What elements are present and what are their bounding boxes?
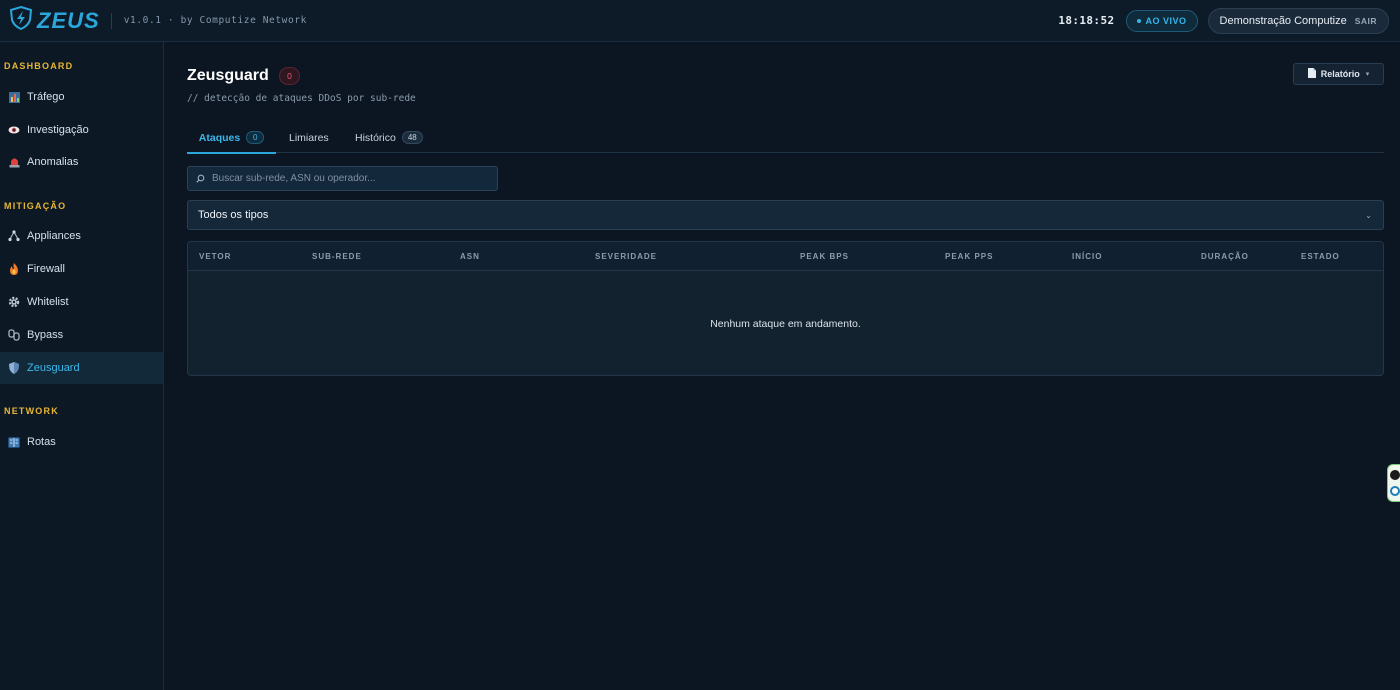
- sidebar-item-label: Investigação: [27, 124, 89, 136]
- sidebar-item-investigacao[interactable]: Investigação: [0, 114, 163, 146]
- chevron-down-icon: ⌄: [1365, 210, 1372, 220]
- tab-historico[interactable]: Histórico 48: [355, 122, 423, 153]
- search-input[interactable]: [212, 173, 482, 184]
- sidebar-section-dashboard: DASHBOARD: [4, 61, 74, 71]
- search-icon: [196, 170, 205, 188]
- column-header-peak-bps[interactable]: PEAK BPS: [800, 242, 849, 271]
- column-header-vetor[interactable]: VETOR: [199, 242, 231, 271]
- attacks-table: VETOR SUB-REDE ASN SEVERIDADE PEAK BPS P…: [187, 241, 1384, 376]
- clock: 18:18:52: [1058, 14, 1115, 27]
- sidebar-section-mitigacao: MITIGAÇÃO: [4, 201, 67, 211]
- network-nodes-icon: [8, 230, 20, 242]
- chain-link-icon: [8, 329, 20, 341]
- report-button-label: Relatório: [1320, 69, 1360, 79]
- app-logo[interactable]: ZEUS: [8, 0, 100, 42]
- attack-type-select[interactable]: Todos os tipos ⌄: [187, 200, 1384, 230]
- alarm-light-icon: [8, 156, 20, 168]
- tab-ataques[interactable]: Ataques 0: [187, 122, 276, 154]
- tab-count-badge: 0: [246, 131, 265, 144]
- close-icon[interactable]: [1390, 470, 1400, 480]
- top-bar: ZEUS v1.0.1 · by Computize Network 18:18…: [0, 0, 1400, 42]
- gear-icon: [8, 296, 20, 308]
- sidebar-item-anomalias[interactable]: Anomalias: [0, 146, 163, 178]
- column-header-asn[interactable]: ASN: [460, 242, 480, 271]
- tab-label: Ataques: [198, 131, 241, 144]
- active-attacks-badge: 0: [279, 67, 300, 85]
- sidebar-item-bypass[interactable]: Bypass: [0, 319, 163, 351]
- logout-button[interactable]: SAIR: [1355, 16, 1377, 26]
- fire-icon: [8, 263, 20, 275]
- sidebar-section-network: NETWORK: [4, 406, 59, 416]
- page-title: Zeusguard: [187, 67, 269, 84]
- sidebar-item-label: Bypass: [27, 329, 64, 341]
- search-field[interactable]: [187, 166, 498, 191]
- sidebar-item-trafego[interactable]: Tráfego: [0, 81, 163, 113]
- book-icon: [8, 436, 20, 448]
- column-header-sub-rede[interactable]: SUB-REDE: [312, 242, 362, 271]
- shield-icon: [8, 362, 20, 374]
- user-name: Demonstração Computize: [1219, 14, 1347, 27]
- column-header-estado[interactable]: ESTADO: [1301, 242, 1340, 271]
- sidebar-item-label: Whitelist: [27, 296, 69, 308]
- sidebar-item-label: Rotas: [27, 436, 56, 448]
- sidebar-item-whitelist[interactable]: Whitelist: [0, 286, 163, 318]
- sidebar: DASHBOARD Tráfego Investigação Anomalias…: [0, 42, 164, 690]
- page-subtitle: // detecção de ataques DDoS por sub-rede: [187, 93, 416, 104]
- sidebar-item-label: Anomalias: [27, 156, 79, 168]
- eye-icon: [8, 124, 20, 136]
- live-toggle-button[interactable]: AO VIVO: [1125, 9, 1198, 32]
- zeus-shield-logo-icon: [8, 5, 34, 36]
- table-empty-state: Nenhum ataque em andamento.: [188, 271, 1383, 375]
- sidebar-item-label: Tráfego: [27, 91, 65, 103]
- chevron-down-icon: ▾: [1365, 71, 1370, 78]
- column-header-severidade[interactable]: SEVERIDADE: [595, 242, 657, 271]
- tab-label: Limiares: [289, 131, 329, 144]
- tab-bar: Ataques 0 Limiares Histórico 48: [187, 122, 1384, 154]
- floating-extension-widget[interactable]: [1387, 464, 1400, 502]
- header-divider: [110, 12, 112, 29]
- sidebar-item-appliances[interactable]: Appliances: [0, 220, 163, 252]
- sidebar-item-label: Firewall: [27, 263, 65, 275]
- extension-icon[interactable]: [1390, 486, 1400, 496]
- table-header: VETOR SUB-REDE ASN SEVERIDADE PEAK BPS P…: [188, 242, 1383, 271]
- sidebar-item-label: Appliances: [27, 230, 81, 242]
- main-content: Zeusguard 0 // detecção de ataques DDoS …: [164, 42, 1400, 690]
- tab-limiares[interactable]: Limiares: [289, 122, 329, 153]
- sidebar-item-firewall[interactable]: Firewall: [0, 253, 163, 285]
- live-label: AO VIVO: [1145, 15, 1187, 26]
- sidebar-item-label: Zeusguard: [27, 362, 80, 374]
- column-header-duracao[interactable]: DURAÇÃO: [1201, 242, 1249, 271]
- tab-count-badge: 48: [401, 131, 423, 144]
- tab-label: Histórico: [355, 131, 396, 144]
- user-menu[interactable]: Demonstração Computize SAIR: [1207, 7, 1389, 34]
- version-label: v1.0.1 · by Computize Network: [123, 15, 307, 26]
- column-header-peak-pps[interactable]: PEAK PPS: [945, 242, 993, 271]
- logo-text: ZEUS: [37, 7, 100, 33]
- sidebar-item-zeusguard[interactable]: Zeusguard: [0, 352, 163, 384]
- live-dot-icon: [1136, 18, 1141, 23]
- empty-message: Nenhum ataque em andamento.: [710, 317, 861, 330]
- report-button[interactable]: Relatório ▾: [1293, 63, 1384, 85]
- attack-type-selected: Todos os tipos: [198, 209, 269, 221]
- bar-chart-icon: [8, 91, 20, 103]
- column-header-inicio[interactable]: INÍCIO: [1072, 242, 1102, 271]
- sidebar-item-rotas[interactable]: Rotas: [0, 426, 163, 458]
- document-icon: [1307, 65, 1316, 83]
